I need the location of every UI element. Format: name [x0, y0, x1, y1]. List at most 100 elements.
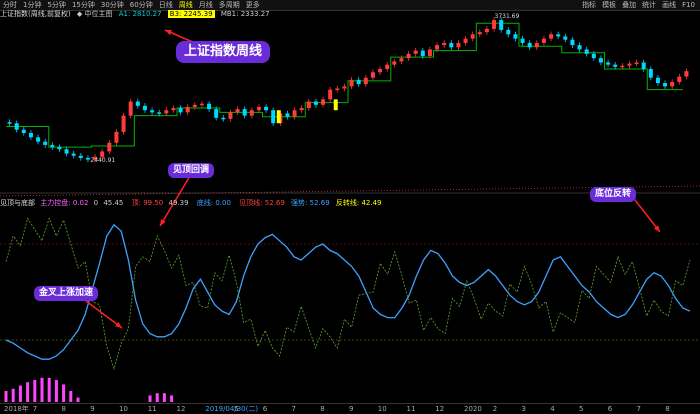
- candle-body: [356, 79, 361, 85]
- candle-body: [641, 62, 646, 69]
- candle-body: [285, 113, 290, 117]
- indicator-red-label: 顶: 99.50: [131, 199, 164, 207]
- candle-body: [363, 77, 368, 85]
- candle-body: [321, 99, 326, 105]
- candle-body: [221, 117, 226, 120]
- highlight-candle: [333, 99, 338, 111]
- candle-body: [271, 110, 276, 124]
- candle-body: [128, 101, 133, 116]
- candle-body: [456, 42, 461, 48]
- bottom-histogram-bar: [155, 393, 159, 402]
- candle-body: [150, 110, 155, 113]
- candle-body: [655, 77, 660, 84]
- title-callout: 上证指数周线: [176, 41, 271, 63]
- candle-body: [114, 131, 119, 143]
- bottom-histogram-bar: [54, 380, 58, 402]
- candle-body: [598, 58, 603, 63]
- bottom-histogram-bar: [69, 391, 73, 402]
- bottom-signal-callout: 底位反转: [590, 187, 637, 202]
- candle-body: [534, 42, 539, 48]
- candle-body: [684, 71, 689, 77]
- indicator-signals: 见顶线: 52.69: [239, 199, 285, 207]
- bottom-histogram-bar: [148, 395, 152, 402]
- candle-body: [449, 42, 454, 48]
- candle-body: [57, 147, 62, 150]
- candle-body: [264, 106, 269, 111]
- candle-body: [427, 49, 432, 56]
- candle-body: [107, 142, 112, 152]
- candle-body: [85, 157, 90, 160]
- candle-body: [563, 36, 568, 40]
- candle-body: [21, 129, 26, 133]
- bottom-histogram-bar: [26, 382, 30, 402]
- candle-body: [435, 45, 440, 50]
- candle-body: [513, 34, 518, 39]
- candle-body: [670, 82, 675, 87]
- candle-body: [171, 108, 176, 111]
- candle-body: [385, 64, 390, 69]
- candle-body: [470, 34, 475, 39]
- candle-body: [292, 110, 297, 117]
- candle-body: [192, 104, 197, 107]
- candle-body: [606, 62, 611, 65]
- indicator-reversal: 反转线: 42.49: [335, 199, 382, 207]
- candle-body: [14, 123, 19, 130]
- golden-cross-callout: 金叉上涨加速: [34, 286, 99, 301]
- candle-body: [28, 132, 33, 138]
- highlight-candle: [276, 110, 281, 124]
- candle-body: [157, 112, 162, 114]
- candle-body: [406, 53, 411, 59]
- candle-body: [370, 72, 375, 78]
- candle-body: [541, 38, 546, 43]
- candle-body: [549, 34, 554, 39]
- candle-body: [214, 109, 219, 118]
- candle-body: [178, 108, 183, 113]
- bottom-histogram-bar: [162, 393, 166, 402]
- candle-body: [463, 38, 468, 43]
- indicator-v1: 0: [93, 199, 99, 207]
- candle-body: [677, 76, 682, 83]
- candle-body: [663, 83, 668, 87]
- candle-body: [249, 110, 254, 116]
- high-price-label: 3731.69: [495, 13, 520, 20]
- indicator-v2: 45.45: [103, 199, 124, 207]
- candle-body: [185, 106, 190, 113]
- candle-body: [527, 42, 532, 48]
- candle-body: [492, 20, 497, 29]
- candle-body: [50, 144, 55, 148]
- candle-body: [591, 53, 596, 59]
- date-axis: 2018年 7 8 9 10 11 12 2019/04/30(二) 5 6 7 8 9 10 11 12 20…: [0, 403, 700, 414]
- candle-body: [648, 68, 653, 78]
- candle-body: [613, 64, 618, 67]
- candle-body: [556, 34, 561, 37]
- bottom-histogram-bar: [62, 384, 66, 402]
- candle-body: [506, 29, 511, 35]
- candle-body: [477, 32, 482, 35]
- bottom-histogram-bar: [40, 377, 44, 402]
- candle-body: [7, 122, 12, 124]
- candle-body: [378, 68, 383, 73]
- bottom-histogram-bar: [47, 377, 51, 402]
- candle-body: [349, 79, 354, 87]
- candle-body: [584, 49, 589, 54]
- candle-body: [256, 106, 261, 111]
- candle-body: [620, 65, 625, 68]
- candle-body: [499, 20, 504, 30]
- candle-body: [392, 61, 397, 65]
- candle-body: [520, 38, 525, 43]
- candle-body: [235, 109, 240, 113]
- main-force-value: 主力控盘: 0.02: [40, 199, 89, 207]
- candle-body: [43, 141, 48, 145]
- candle-body: [342, 86, 347, 89]
- indicator-name: 见顶与底部: [0, 199, 35, 207]
- bottom-histogram-bar: [33, 380, 37, 402]
- candle-body: [570, 39, 575, 46]
- candle-body: [78, 155, 83, 158]
- candle-body: [164, 110, 169, 114]
- candle-body: [228, 112, 233, 119]
- callout-arrow: [81, 297, 123, 329]
- indicator-trend: 强势: 52.69: [291, 199, 330, 207]
- bottom-histogram-bar: [170, 395, 174, 402]
- candle-body: [121, 115, 126, 132]
- candle-body: [199, 103, 204, 106]
